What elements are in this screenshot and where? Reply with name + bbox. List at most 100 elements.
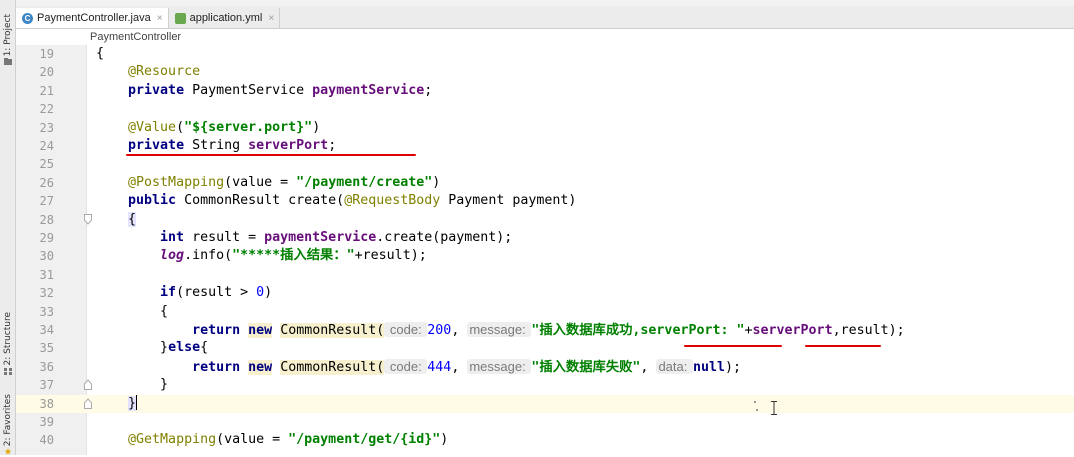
code-token: (value = [216,432,289,448]
code-line[interactable]: 22 [16,100,1074,118]
yml-file-icon [174,12,186,24]
java-class-icon: C [22,12,33,24]
code-text: return new CommonResult( code: 200, mess… [96,321,905,340]
code-token: { [96,46,105,61]
code-token: serverPort [248,138,329,153]
code-text: @Resource [96,63,200,81]
close-tab-icon[interactable]: × [268,13,274,24]
code-line[interactable]: 29 int result = paymentService.create(pa… [16,229,1074,247]
code-token: result = [184,230,265,245]
code-line[interactable]: 37 } [16,376,1074,394]
line-number: 32 [39,286,54,301]
code-line[interactable]: 34 return new CommonResult( code: 200, m… [16,321,1074,339]
code-token: CommonResult( [280,359,385,375]
line-number: 33 [39,304,54,319]
project-tool-tab[interactable]: 1: Project [0,14,15,67]
project-tool-label: 1: Project [2,14,13,57]
fold-marker-icon[interactable] [84,379,92,391]
code-text: @GetMapping(value = "/payment/get/{id}") [96,431,448,449]
text-cursor-icon [771,401,777,415]
line-number: 34 [39,323,54,337]
code-token: ) [312,119,321,135]
tool-window-strip: 1: Project 2: Structure 2: Favorites [0,0,16,455]
structure-icon [3,367,12,375]
code-token: paymentService [312,82,425,98]
code-line[interactable]: 38 } [16,394,1074,413]
line-number: 37 [39,378,54,393]
tab-application-yml[interactable]: application.yml × [169,8,281,28]
code-line[interactable]: 30 log.info("*****插入结果："+result); [16,247,1074,265]
code-token: CommonResult create( [176,193,345,209]
code-line[interactable]: 24 private String serverPort; [16,137,1074,155]
code-line[interactable]: 19 { [16,45,1074,63]
code-line[interactable]: 21 private PaymentService paymentService… [16,82,1074,100]
tab-payment-controller[interactable]: C PaymentController.java × [16,8,169,28]
code-token: } [96,340,169,356]
fold-marker-icon[interactable] [84,213,92,225]
code-line[interactable]: 23 @Value("${server.port}") [16,119,1074,137]
red-underline [126,154,416,156]
code-token: new [248,359,273,375]
code-line[interactable]: 36 return new CommonResult( code: 444, m… [16,358,1074,376]
code-token: return [192,359,241,375]
code-line[interactable]: 20 @Resource [16,63,1074,81]
mark-dot [754,401,756,403]
code-line[interactable]: 25 [16,155,1074,173]
code-line[interactable]: 35 }else{ [16,339,1074,357]
folder-icon [3,58,12,66]
code-token: { [200,340,209,356]
line-number: 23 [39,120,54,135]
breadcrumb-class[interactable]: PaymentController [90,31,181,43]
code-token: ) [440,432,449,448]
code-line[interactable]: 32 if(result > 0) [16,284,1074,302]
code-token: code: [384,322,428,337]
close-tab-icon[interactable]: × [157,13,163,24]
code-token: else [168,340,201,356]
line-number: 31 [39,267,54,282]
line-number: 25 [39,157,54,172]
code-token: 444 [427,359,452,375]
code-token: @Value [128,119,177,135]
code-token: return [192,323,241,338]
code-token: CommonResult( [280,323,385,338]
code-line[interactable]: 27 public CommonResult create(@RequestBo… [16,192,1074,210]
code-text: } [96,395,138,413]
code-token: "插入数据库失败" [531,359,641,375]
structure-tool-tab[interactable]: 2: Structure [0,312,15,377]
code-token: if [160,285,177,301]
code-token: (value = [224,174,297,190]
code-token: serverPort [752,323,833,338]
code-token: , [640,359,657,375]
code-editor[interactable]: 19{20 @Resource 21 private PaymentService… [16,45,1074,455]
code-token: ; [328,138,337,153]
line-number: 21 [39,83,54,98]
code-line[interactable]: 40 @GetMapping(value = "/payment/get/{id… [16,431,1074,449]
code-line[interactable]: 31 [16,266,1074,284]
fold-marker-icon[interactable] [84,397,92,409]
code-text: if(result > 0) [96,284,272,302]
code-line[interactable]: 28 { [16,211,1074,229]
favorites-tool-label: 2: Favorites [2,394,13,447]
code-token: { [128,211,137,227]
breadcrumb[interactable]: PaymentController [90,28,181,45]
line-number: 40 [39,433,54,448]
code-token: ,result); [832,323,905,338]
favorites-tool-tab[interactable]: 2: Favorites [0,394,15,457]
code-line[interactable]: 33 { [16,303,1074,321]
text-caret [136,395,138,411]
code-text: log.info("*****插入结果："+result); [96,247,427,265]
code-token: "插入数据库成功,serverPort: " [531,323,745,338]
code-line[interactable]: 26 @PostMapping(value = "/payment/create… [16,174,1074,192]
line-number: 28 [39,212,54,227]
code-token: "/payment/get/{id}" [288,432,441,448]
mark-dot [756,409,758,411]
code-token: PaymentService [184,82,313,98]
code-line[interactable]: 39 [16,413,1074,431]
